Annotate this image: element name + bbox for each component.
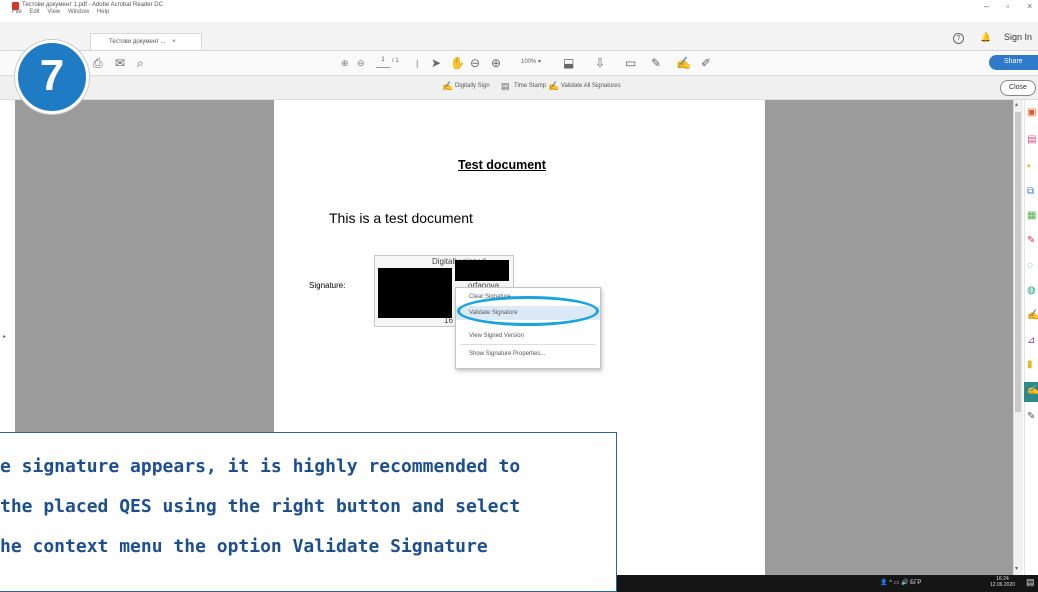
print-icon[interactable]: ⎙ — [93, 56, 103, 70]
validate-all-button[interactable]: Validate All Signatures — [561, 83, 621, 89]
create-pdf-icon[interactable]: ▤ — [1027, 134, 1036, 146]
close-window-button[interactable]: × — [1027, 1, 1032, 11]
menu-view[interactable]: View — [47, 9, 60, 15]
next-page-icon[interactable]: ⊖ — [357, 58, 365, 69]
system-tray: 👤 ^ ▭ 🔊 БГР — [880, 579, 921, 586]
redaction-block — [378, 268, 452, 318]
menu-window[interactable]: Window — [68, 9, 89, 15]
help-icon[interactable]: ? — [953, 33, 964, 44]
comment-tool-icon[interactable]: ▪ — [1027, 161, 1031, 173]
optimize-icon[interactable]: ◍ — [1027, 285, 1036, 297]
search-icon[interactable]: ⌕ — [137, 56, 144, 70]
export-pdf-icon[interactable]: ▣ — [1027, 107, 1036, 119]
document-title: Test document — [458, 158, 546, 172]
mail-icon[interactable]: ✉ — [115, 56, 125, 70]
hand-tool-icon[interactable]: ✋ — [450, 56, 465, 70]
measure-icon[interactable]: ⊿ — [1027, 335, 1035, 347]
workspace-background-right — [765, 100, 1013, 575]
zoom-dropdown[interactable]: 100% ▾ — [521, 58, 541, 65]
page-display-icon[interactable]: ⬓ — [563, 56, 574, 70]
menu-item-signature-properties[interactable]: Show Signature Properties... — [469, 351, 545, 357]
step-number: 7 — [39, 51, 65, 100]
page-number-input[interactable]: 1 — [376, 57, 390, 68]
draw-icon[interactable]: ✍ — [676, 56, 691, 70]
volume-icon[interactable]: 🔊 — [901, 580, 908, 586]
menu-help[interactable]: Help — [97, 9, 109, 15]
divider-icon: | — [416, 58, 419, 68]
comment-icon[interactable]: ▭ — [625, 56, 636, 70]
scrollbar-thumb[interactable] — [1015, 112, 1021, 412]
screen: Тестови документ 1.pdf - Adobe Acrobat R… — [0, 0, 1038, 592]
protect-icon[interactable]: ◌ — [1027, 260, 1033, 272]
menu-edit[interactable]: Edit — [29, 9, 39, 15]
network-icon[interactable]: ▭ — [894, 580, 900, 586]
expand-left-panel-icon[interactable]: ▸ — [3, 333, 6, 340]
language-indicator[interactable]: БГР — [910, 580, 921, 586]
notifications-icon[interactable]: ▤ — [1026, 577, 1035, 588]
zoom-out-icon[interactable]: ⊖ — [470, 56, 480, 70]
stamp-icon[interactable]: ▮ — [1027, 359, 1033, 371]
bell-icon[interactable]: 🔔 — [980, 32, 991, 43]
zoom-value: 100% — [521, 59, 537, 65]
scroll-up-icon[interactable]: ▴ — [1015, 101, 1018, 108]
scroll-down-icon[interactable]: ▾ — [1015, 565, 1018, 572]
caption-line-1: e signature appears, it is highly recomm… — [0, 456, 521, 477]
caption-line-3: he context menu the option Validate Sign… — [0, 536, 488, 557]
zoom-in-icon[interactable]: ⊕ — [491, 56, 501, 70]
page-total: / 1 — [392, 58, 399, 64]
digital-sign-icon: ✍ — [442, 81, 454, 91]
menu-file[interactable]: File — [12, 9, 22, 15]
fill-sign-icon[interactable]: ✐ — [701, 56, 711, 70]
caption-line-2: the placed QES using the right button an… — [0, 496, 521, 517]
share-button[interactable]: Share — [989, 55, 1038, 70]
close-toolbar-button[interactable]: Close — [1000, 80, 1036, 96]
select-cursor-icon[interactable]: ➤ — [431, 56, 441, 70]
minimize-button[interactable]: – — [984, 1, 989, 11]
more-tools-icon[interactable]: ✎ — [1027, 411, 1035, 423]
tab-close-icon[interactable]: × — [172, 39, 176, 45]
document-tab[interactable]: Тестови документ ... × — [90, 33, 202, 50]
tray-chevron-icon[interactable]: ^ — [889, 580, 892, 586]
menu-bar: File Edit View Window Help — [12, 9, 115, 15]
tab-label: Тестови документ ... — [109, 39, 166, 45]
windows-taskbar — [616, 575, 1038, 592]
taskbar-clock[interactable]: 16:24 12.06.2020 — [990, 576, 1015, 588]
document-body-text: This is a test document — [329, 210, 473, 226]
window-title: Тестови документ 1.pdf - Adobe Acrobat R… — [22, 2, 163, 8]
people-icon[interactable]: 👤 — [880, 580, 887, 586]
highlight-ring — [457, 296, 599, 326]
time-stamp-icon: ▤ — [501, 81, 510, 91]
send-sign-icon[interactable]: ✍ — [1027, 310, 1038, 322]
signature-label: Signature: — [309, 281, 346, 290]
validate-icon: ✍ — [548, 81, 560, 91]
main-toolbar — [0, 51, 1038, 76]
sign-in-button[interactable]: Sign In — [1004, 32, 1032, 42]
highlight-pen-icon[interactable]: ✎ — [651, 56, 661, 70]
certificates-icon: ✍ — [1027, 385, 1038, 396]
time-stamp-button[interactable]: Time Stamp — [514, 83, 546, 89]
menu-item-view-signed-version[interactable]: View Signed Version — [469, 333, 524, 339]
fill-sign-tool-icon[interactable]: ✎ — [1027, 235, 1035, 247]
organize-pages-icon[interactable]: ▦ — [1027, 210, 1036, 222]
redaction-block — [455, 260, 509, 281]
maximize-button[interactable]: ▫ — [1006, 1, 1009, 11]
digitally-sign-button[interactable]: Digitally Sign — [455, 83, 490, 89]
combine-files-icon[interactable]: ⧉ — [1027, 186, 1034, 198]
menu-separator — [460, 344, 596, 345]
prev-page-icon[interactable]: ⊕ — [341, 58, 349, 69]
scroll-mode-icon[interactable]: ⇩ — [595, 56, 605, 70]
clock-date: 12.06.2020 — [990, 582, 1016, 588]
